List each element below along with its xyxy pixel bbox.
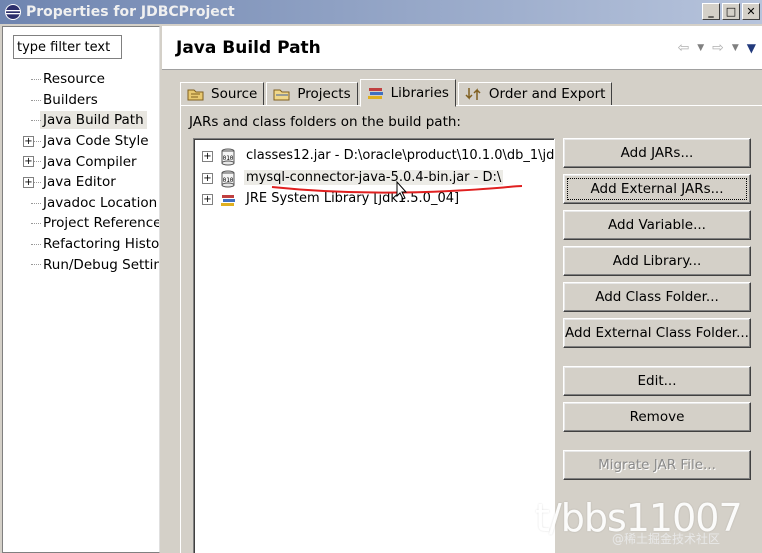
add-variable-button[interactable]: Add Variable... — [563, 210, 751, 240]
tree-connector — [31, 202, 41, 204]
tree-connector — [31, 264, 41, 266]
page-header: Java Build Path ⇦ ▼ ⇨ ▼ ▼ — [162, 26, 762, 70]
order-export-icon — [465, 86, 483, 102]
nav-item-label: Javadoc Location — [43, 194, 158, 211]
library-icon — [220, 191, 236, 209]
history-nav: ⇦ ▼ ⇨ ▼ ▼ — [677, 40, 756, 56]
nav-item-label: Java Code Style — [43, 133, 149, 150]
chevron-down-icon[interactable]: ▼ — [697, 43, 704, 53]
jar-icon: 010 — [220, 170, 236, 188]
add-external-class-folder-button[interactable]: Add External Class Folder... — [563, 318, 751, 348]
tree-connector — [31, 223, 41, 225]
library-entry-label: classes12.jar - D:\oracle\product\10.1.0… — [246, 148, 555, 163]
jar-icon: 010 — [220, 148, 236, 166]
view-menu-icon[interactable]: ▼ — [747, 41, 756, 55]
tree-connector — [31, 120, 41, 122]
expand-icon[interactable]: + — [23, 176, 34, 188]
close-button[interactable]: ✕ — [742, 3, 760, 20]
expand-icon[interactable]: + — [202, 151, 213, 162]
window-controls: _ □ ✕ — [702, 3, 760, 20]
tree-connector — [31, 79, 41, 80]
nav-item-java-editor[interactable]: + Java Editor — [3, 172, 159, 193]
add-jars-button[interactable]: Add JARs... — [563, 138, 751, 168]
nav-item-label: Java Editor — [43, 174, 116, 191]
nav-item-run-debug-setting[interactable]: Run/Debug Setting — [3, 254, 159, 275]
add-library-button[interactable]: Add Library... — [563, 246, 751, 276]
nav-item-label: Run/Debug Setting — [43, 256, 159, 273]
add-class-folder-button[interactable]: Add Class Folder... — [563, 282, 751, 312]
filter-input[interactable] — [13, 35, 122, 59]
edit-button[interactable]: Edit... — [563, 366, 751, 396]
build-path-label: JARs and class folders on the build path… — [189, 114, 461, 130]
tree-connector — [31, 243, 41, 245]
title-bar: Properties for JDBCProject _ □ ✕ — [0, 0, 762, 24]
tab-projects[interactable]: Projects — [266, 82, 358, 106]
migrate-jar-file-button[interactable]: Migrate JAR File... — [563, 450, 751, 480]
nav-item-java-compiler[interactable]: + Java Compiler — [3, 151, 159, 172]
nav-item-label: Project Reference — [43, 215, 159, 232]
page-title: Java Build Path — [176, 38, 321, 58]
maximize-button[interactable]: □ — [722, 3, 740, 20]
expand-icon[interactable]: + — [202, 173, 213, 184]
svg-text:010: 010 — [223, 177, 234, 184]
mouse-cursor-icon — [396, 181, 408, 200]
tree-connector — [31, 99, 41, 101]
tab-label: Projects — [297, 86, 351, 102]
minimize-button[interactable]: _ — [702, 3, 720, 20]
nav-item-java-build-path[interactable]: Java Build Path — [3, 110, 159, 131]
preferences-tree: Resource Builders Java Build Path + Java Cod… — [3, 69, 159, 275]
nav-item-label: Builders — [43, 91, 98, 108]
libraries-icon — [367, 85, 385, 101]
expand-icon[interactable]: + — [23, 135, 34, 147]
nav-item-refactoring-histor[interactable]: Refactoring Histor — [3, 234, 159, 255]
add-external-jars-button[interactable]: Add External JARs... — [563, 174, 751, 204]
source-folder-icon — [187, 86, 205, 102]
projects-folder-icon — [273, 86, 291, 102]
tab-order-and-export[interactable]: Order and Export — [457, 82, 613, 106]
tab-libraries[interactable]: Libraries — [359, 79, 456, 107]
tab-label: Libraries — [390, 85, 449, 101]
expand-icon[interactable]: + — [23, 156, 34, 168]
library-list[interactable]: + JRE System Library [jdk1.5.0_04] +010 mys… — [193, 138, 555, 553]
nav-item-resource[interactable]: Resource — [3, 69, 159, 90]
nav-item-java-code-style[interactable]: + Java Code Style — [3, 131, 159, 152]
properties-page: Java Build Path ⇦ ▼ ⇨ ▼ ▼ Source Projects… — [162, 26, 762, 553]
watermark-caption: @稀土掘金技术社区 — [612, 532, 721, 546]
nav-item-builders[interactable]: Builders — [3, 90, 159, 111]
forward-arrow-icon[interactable]: ⇨ — [712, 40, 724, 56]
nav-item-label: Refactoring Histor — [43, 236, 159, 253]
window-title: Properties for JDBCProject — [26, 4, 235, 20]
tab-source[interactable]: Source — [180, 82, 265, 106]
tab-label: Order and Export — [488, 86, 606, 102]
nav-item-label: Java Build Path — [40, 111, 147, 130]
tab-label: Source — [211, 86, 258, 102]
expand-icon[interactable]: + — [202, 194, 213, 205]
libraries-tab-panel: JARs and class folders on the build path… — [180, 105, 762, 553]
remove-button[interactable]: Remove — [563, 402, 751, 432]
nav-item-project-reference[interactable]: Project Reference — [3, 213, 159, 234]
eclipse-icon — [5, 4, 21, 20]
svg-text:010: 010 — [223, 155, 234, 162]
back-arrow-icon[interactable]: ⇦ — [677, 40, 689, 56]
nav-item-javadoc-location[interactable]: Javadoc Location — [3, 193, 159, 214]
chevron-down-icon[interactable]: ▼ — [732, 43, 739, 53]
library-entry[interactable]: +010 classes12.jar - D:\oracle\product\10… — [194, 147, 554, 167]
nav-item-label: Resource — [43, 71, 105, 88]
tab-bar: Source Projects Libraries Order and Export — [180, 78, 614, 107]
preferences-nav: Resource Builders Java Build Path + Java Cod… — [2, 26, 160, 553]
nav-item-label: Java Compiler — [43, 153, 137, 170]
